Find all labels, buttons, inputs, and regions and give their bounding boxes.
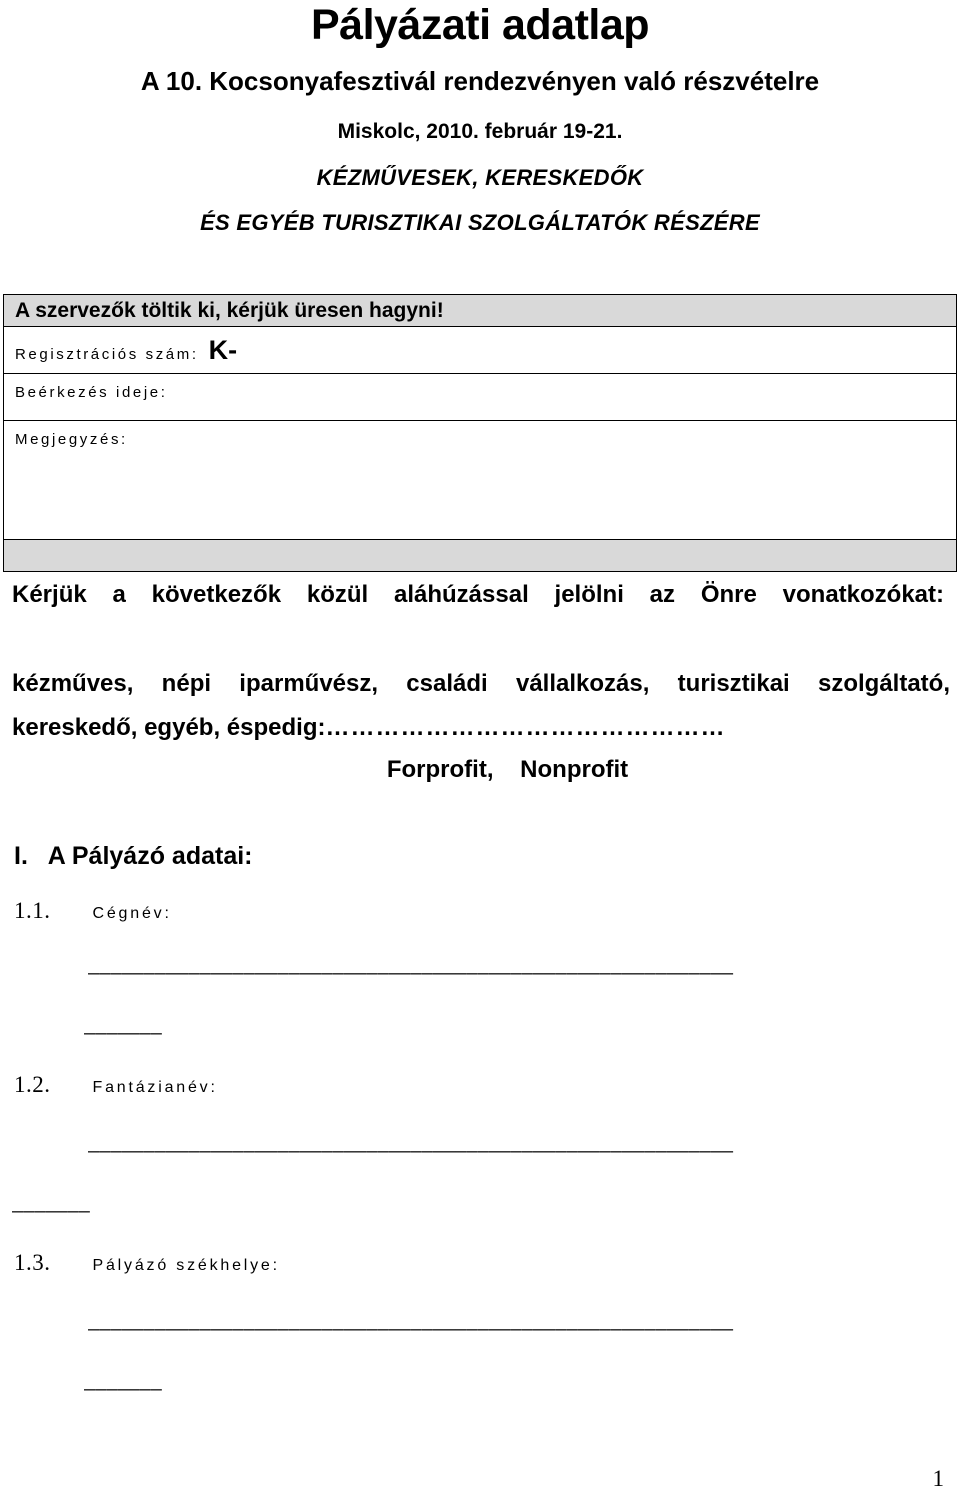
field-number: 1.3. [14,1250,51,1275]
field-label: Cégnév: [92,905,172,922]
section-heading-applicant-data: I. A Pályázó adatai: [14,842,253,870]
audience-line-1: KÉZMŰVESEK, KERESKEDŐK [316,165,644,190]
arrival-cell[interactable]: Beérkezés ideje: [3,373,957,421]
registration-value: K- [208,335,238,365]
field-label: Pályázó székhelye: [92,1257,280,1274]
selection-instruction: Kérjük a következők közül aláhúzással je… [12,581,944,608]
field-item-fantasy-name: 1.2. Fantázianév: [14,1072,218,1098]
place-date-subtitle: Miskolc, 2010. február 19-21. [337,120,623,143]
fill-line-fantasy-name-cont[interactable]: ––––––– [12,1200,122,1223]
organizers-box-footer-row [3,539,957,572]
document-page: Pályázati adatlap A 10. Kocsonyafesztivá… [0,0,960,1511]
organizers-box-header-cell: A szervezők töltik ki, kérjük üresen hag… [3,294,957,327]
arrival-row: Beérkezés ideje: [3,373,957,421]
category-dot-leader[interactable]: ………………………………………… [325,714,725,741]
fill-line-company-name-cont[interactable]: ––––––– [84,1022,194,1045]
registration-line: Regisztrációs szám: K- [4,327,956,366]
profit-options[interactable]: Forprofit, Nonprofit [0,756,960,784]
audience-line-2: ÉS EGYÉB TURISZTIKAI SZOLGÁLTATÓK RÉSZÉR… [200,210,760,235]
arrival-label: Beérkezés ideje: [15,384,168,401]
fill-line-registered-seat-cont[interactable]: ––––––– [84,1378,194,1401]
organizers-box: A szervezők töltik ki, kérjük üresen hag… [3,294,957,572]
field-number: 1.1. [14,898,51,923]
page-number: 1 [932,1466,945,1491]
organizers-box-header-text: A szervezők töltik ki, kérjük üresen hag… [15,299,444,322]
field-label: Fantázianév: [92,1079,218,1096]
note-cell[interactable]: Megjegyzés: [3,420,957,540]
fill-line-fantasy-name[interactable]: ––––––––––––––––––––––––––––––––––––––––… [88,1140,934,1163]
organizers-box-footer-cell [3,539,957,572]
organizers-box-header-row: A szervezők töltik ki, kérjük üresen hag… [3,294,957,327]
registration-row: Regisztrációs szám: K- [3,326,957,374]
event-subtitle: A 10. Kocsonyafesztivál rendezvényen val… [140,66,820,96]
page-title: Pályázati adatlap [310,1,650,49]
field-number: 1.2. [14,1072,51,1097]
note-label: Megjegyzés: [15,431,128,448]
fill-line-company-name[interactable]: ––––––––––––––––––––––––––––––––––––––––… [88,962,934,985]
registration-cell[interactable]: Regisztrációs szám: K- [3,326,957,374]
category-list: kézműves, népi iparművész, családi válla… [12,662,950,751]
field-item-company-name: 1.1. Cégnév: [14,898,172,924]
fill-line-registered-seat[interactable]: ––––––––––––––––––––––––––––––––––––––––… [88,1318,934,1341]
note-row: Megjegyzés: [3,420,957,540]
field-item-registered-seat: 1.3. Pályázó székhelye: [14,1250,280,1276]
registration-label: Regisztrációs szám: [15,346,199,363]
